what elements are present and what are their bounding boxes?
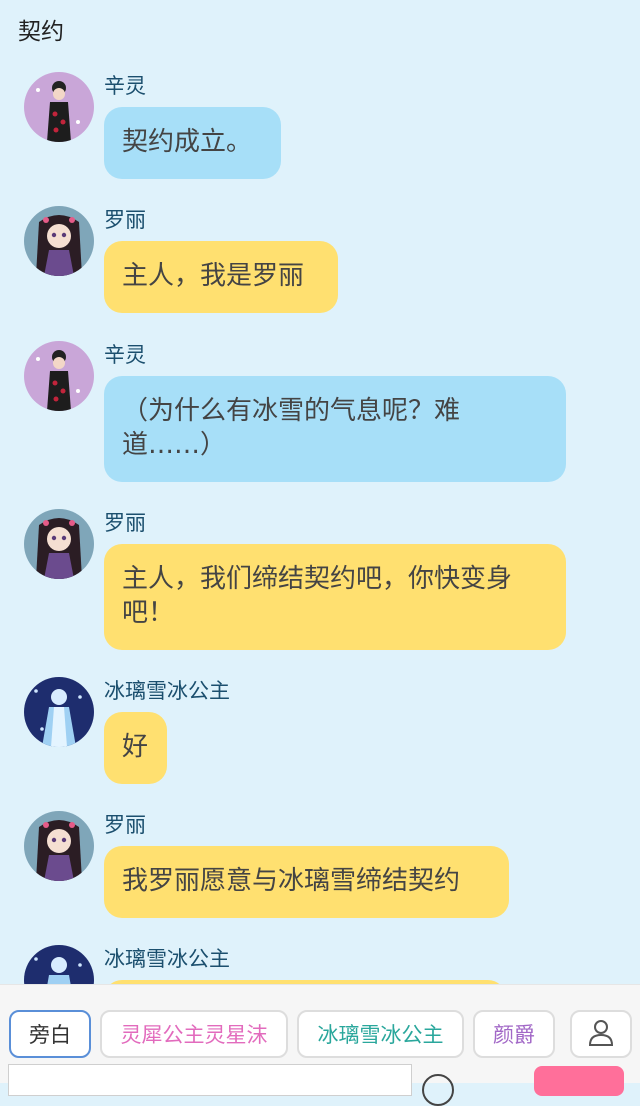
character-chip-lingxingmo[interactable]: 灵犀公主灵星沫 [100,1010,288,1058]
chip-label: 灵犀公主灵星沫 [120,1023,268,1047]
speaker-name: 罗丽 [104,813,146,837]
person-icon [588,1018,614,1050]
message-bubble[interactable]: 主人，我们缔结契约吧，你快变身吧！ [104,544,566,650]
speaker-name: 冰璃雪冰公主 [104,679,230,703]
emoji-icon[interactable] [422,1074,454,1106]
avatar-luoli[interactable] [24,509,94,579]
top-bar: 契约 [0,0,640,56]
avatar-xinling[interactable] [24,72,94,142]
page-title: 契约 [18,19,64,45]
avatar-luoli[interactable] [24,811,94,881]
speaker-name: 罗丽 [104,208,146,232]
select-character-button[interactable] [570,1010,632,1058]
character-chip-narrator[interactable]: 旁白 [9,1010,91,1058]
speaker-name: 冰璃雪冰公主 [104,947,230,971]
message-bubble[interactable]: 契约成立。 [104,107,281,179]
character-chip-binglixue[interactable]: 冰璃雪冰公主 [297,1010,464,1058]
send-button[interactable] [534,1066,624,1096]
avatar-binglixue[interactable] [24,945,94,984]
chat-feed[interactable]: 辛灵 契约成立。 罗丽 主人，我是罗丽 辛灵 （为什么有冰雪的气息呢？难道……）… [0,56,640,984]
avatar-xinling[interactable] [24,341,94,411]
message-bubble[interactable]: 主人，我是罗丽 [104,241,338,313]
chip-label: 颜爵 [493,1023,535,1047]
message-bubble[interactable]: （为什么有冰雪的气息呢？难道……） [104,376,566,482]
character-chip-yanjue[interactable]: 颜爵 [473,1010,555,1058]
message-bubble[interactable]: 我罗丽愿意与冰璃雪缔结契约 [104,846,509,918]
chip-label: 旁白 [29,1023,71,1047]
speaker-name: 辛灵 [104,343,146,367]
speaker-name: 罗丽 [104,511,146,535]
message-bubble[interactable]: 好 [104,712,167,784]
avatar-luoli[interactable] [24,206,94,276]
speaker-name: 辛灵 [104,74,146,98]
avatar-binglixue[interactable] [24,677,94,747]
message-input[interactable] [8,1064,412,1096]
chip-label: 冰璃雪冰公主 [317,1023,444,1047]
